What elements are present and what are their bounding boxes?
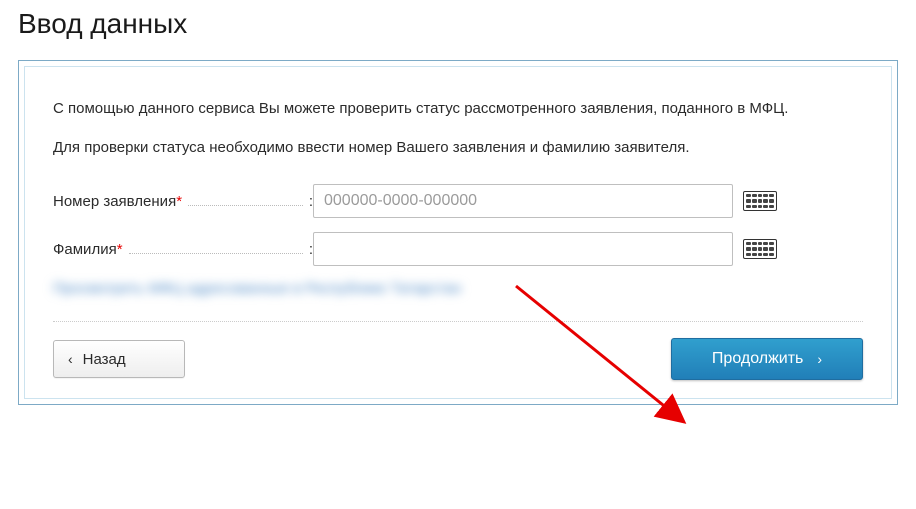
application-number-input[interactable] — [313, 184, 733, 218]
keyboard-icon[interactable] — [743, 191, 777, 211]
colon: : — [309, 193, 313, 210]
dotted-leader — [188, 205, 303, 206]
chevron-left-icon: ‹ — [68, 351, 73, 367]
label-text: Фамилия — [53, 241, 117, 258]
label-surname: Фамилия* : — [53, 241, 313, 258]
required-asterisk: * — [117, 241, 123, 258]
chevron-right-icon: › — [817, 351, 822, 367]
row-surname: Фамилия* : — [53, 232, 863, 266]
dotted-leader — [129, 253, 303, 254]
label-text: Номер заявления — [53, 193, 176, 210]
label-application-number: Номер заявления* : — [53, 193, 313, 210]
back-button-label: Назад — [83, 351, 126, 368]
divider — [53, 321, 863, 322]
page-title: Ввод данных — [0, 0, 916, 40]
surname-input[interactable] — [313, 232, 733, 266]
blurred-link: Просмотреть МФЦ адресованные в Республик… — [53, 280, 863, 297]
colon: : — [309, 241, 313, 258]
continue-button[interactable]: Продолжить › — [671, 338, 863, 380]
button-row: ‹ Назад Продолжить › — [53, 338, 863, 380]
keyboard-icon[interactable] — [743, 239, 777, 259]
form-panel: С помощью данного сервиса Вы можете пров… — [18, 60, 898, 405]
instruction-text: Для проверки статуса необходимо ввести н… — [53, 137, 863, 158]
continue-button-label: Продолжить — [712, 350, 803, 368]
required-asterisk: * — [176, 193, 182, 210]
form-panel-inner: С помощью данного сервиса Вы можете пров… — [24, 66, 892, 399]
back-button[interactable]: ‹ Назад — [53, 340, 185, 378]
row-application-number: Номер заявления* : — [53, 184, 863, 218]
intro-text: С помощью данного сервиса Вы можете пров… — [53, 97, 863, 121]
